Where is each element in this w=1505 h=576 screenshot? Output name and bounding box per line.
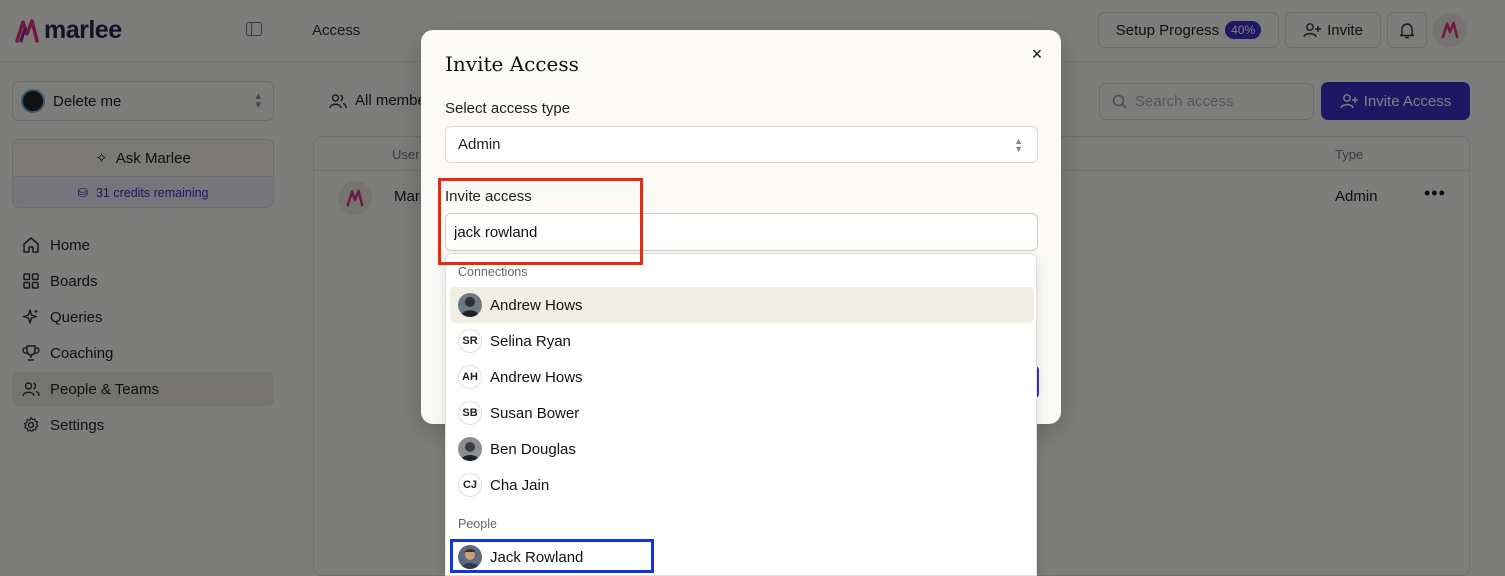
- option-name: Cha Jain: [490, 476, 550, 494]
- group-label-people: People: [458, 517, 497, 531]
- suggestions-dropdown: Connections Andrew Hows SR Selina Ryan A…: [445, 253, 1037, 576]
- avatar: SB: [458, 401, 482, 425]
- close-icon[interactable]: ×: [1029, 45, 1045, 63]
- option-name: Selina Ryan: [490, 332, 571, 350]
- list-item[interactable]: CJ Cha Jain: [450, 467, 1034, 503]
- option-name: Susan Bower: [490, 404, 580, 422]
- access-type-label: Select access type: [445, 100, 571, 117]
- list-item[interactable]: SB Susan Bower: [450, 395, 1034, 431]
- list-item[interactable]: AH Andrew Hows: [450, 359, 1034, 395]
- access-type-value: Admin: [458, 136, 501, 153]
- list-item[interactable]: SR Selina Ryan: [450, 323, 1034, 359]
- user-photo-icon: [458, 293, 482, 317]
- chevron-updown-icon: ▲ ▼: [1014, 136, 1023, 154]
- avatar: [458, 293, 482, 317]
- avatar: CJ: [458, 473, 482, 497]
- user-photo-icon: [458, 437, 482, 461]
- option-name: Ben Douglas: [490, 440, 576, 458]
- option-name: Andrew Hows: [490, 368, 583, 386]
- list-item[interactable]: Ben Douglas: [450, 431, 1034, 467]
- modal-title: Invite Access: [445, 52, 579, 76]
- group-label-connections: Connections: [458, 265, 528, 279]
- access-type-select[interactable]: Admin ▲ ▼: [445, 126, 1038, 163]
- avatar: AH: [458, 365, 482, 389]
- avatar: [458, 437, 482, 461]
- annotation-highlight-blue: [450, 539, 654, 573]
- list-item[interactable]: Andrew Hows: [450, 287, 1034, 323]
- option-name: Andrew Hows: [490, 296, 583, 314]
- avatar: SR: [458, 329, 482, 353]
- annotation-highlight-red: [438, 178, 643, 265]
